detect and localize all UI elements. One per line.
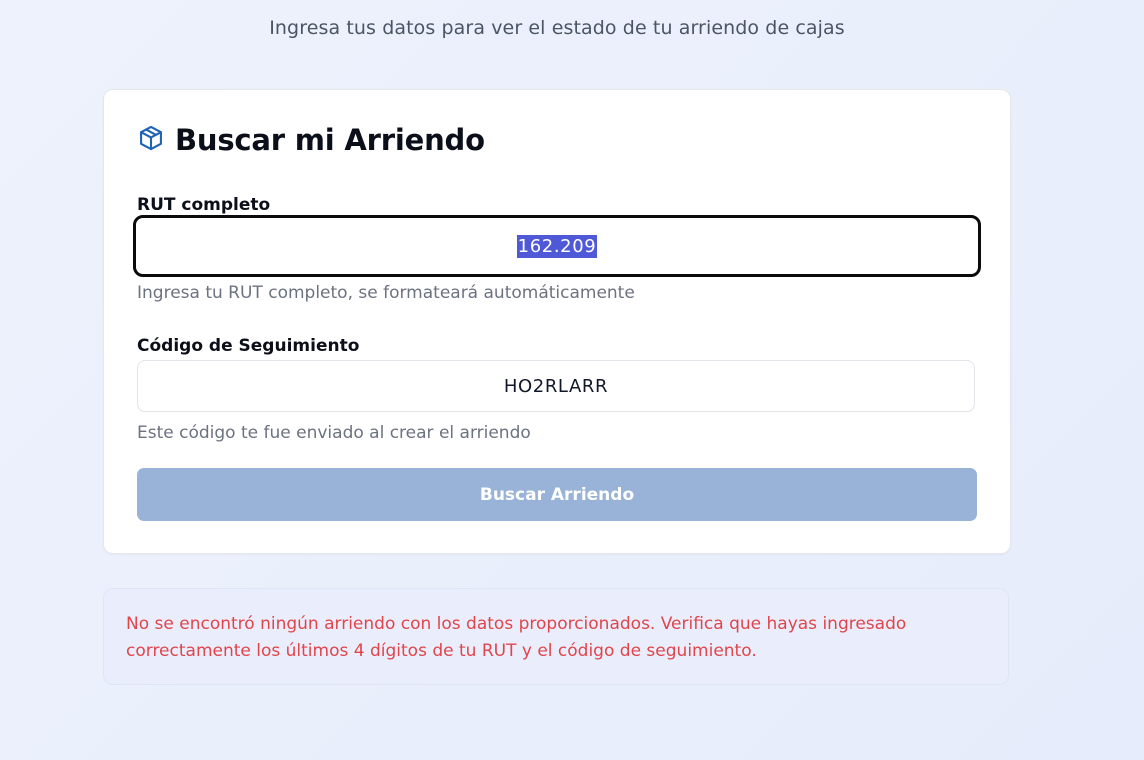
tracking-code-value: HO2RLARR	[503, 375, 609, 397]
package-icon	[137, 124, 165, 152]
rut-input[interactable]: 162.209	[133, 215, 981, 277]
card-title: Buscar mi Arriendo	[175, 123, 485, 157]
error-message-line-2: correctamente los últimos 4 dígitos de t…	[126, 641, 757, 661]
tracking-code-input[interactable]: HO2RLARR	[137, 360, 975, 412]
tracking-code-label: Código de Seguimiento	[137, 336, 360, 356]
error-alert: No se encontró ningún arriendo con los d…	[103, 588, 1009, 685]
error-message-line-1: No se encontró ningún arriendo con los d…	[126, 614, 907, 634]
search-rental-button[interactable]: Buscar Arriendo	[137, 468, 977, 521]
page-subtitle: Ingresa tus datos para ver el estado de …	[269, 17, 845, 39]
rut-input-value: 162.209	[516, 234, 598, 258]
rut-label: RUT completo	[137, 195, 271, 215]
rut-hint: Ingresa tu RUT completo, se formateará a…	[137, 283, 635, 303]
tracking-code-hint: Este código te fue enviado al crear el a…	[137, 423, 531, 443]
search-card: Buscar mi Arriendo RUT completo 162.209 …	[103, 89, 1011, 554]
error-message: No se encontró ningún arriendo con los d…	[126, 611, 956, 665]
card-header: Buscar mi Arriendo	[137, 123, 485, 157]
